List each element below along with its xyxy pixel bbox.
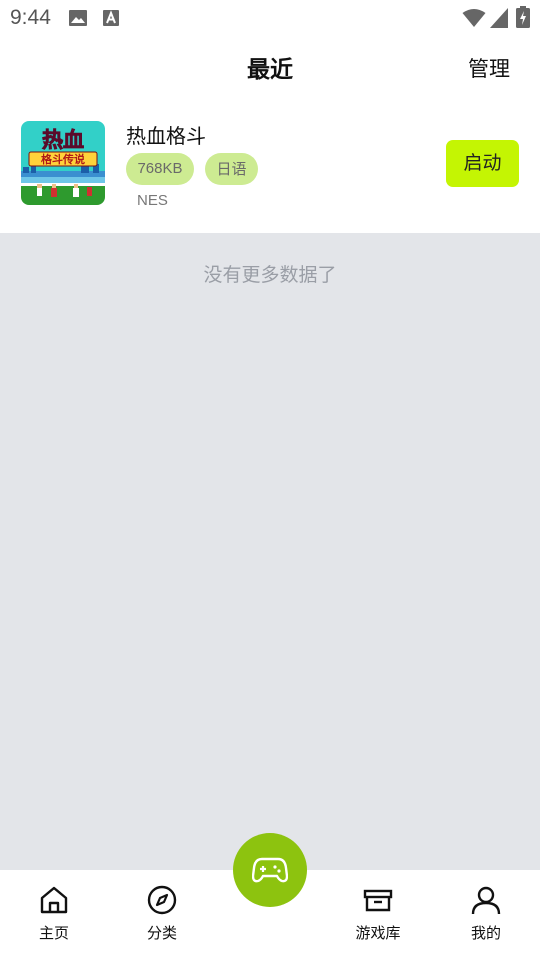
gamepad-fab-button[interactable] [233,833,307,907]
nav-library[interactable]: 游戏库 [338,884,418,950]
content-area: 没有更多数据了 [0,233,540,870]
nav-home-label: 主页 [38,924,69,942]
platform-label: NES [137,192,168,209]
nav-library-label: 游戏库 [355,924,401,942]
home-icon [40,886,68,914]
nav-category[interactable]: 分类 [122,884,202,950]
nav-home[interactable]: 主页 [14,884,94,950]
game-title: 热血格斗 [126,124,206,148]
manage-button[interactable]: 管理 [468,53,510,83]
compass-icon [147,885,177,915]
battery-icon [516,6,530,28]
image-icon [69,10,87,26]
archive-box-icon [363,889,393,912]
list-item[interactable]: 热血 格斗传说 热血格斗 768KB 日语 NES 启动 [0,98,540,233]
signal-icon [490,8,508,28]
no-more-data-text: 没有更多数据了 [203,264,337,286]
gamepad-icon [252,857,288,883]
nav-mine[interactable]: 我的 [446,884,526,950]
page-title: 最近 [247,57,293,83]
status-bar: 9:44 [0,0,540,36]
status-time: 9:44 [10,6,51,29]
user-icon [471,886,501,915]
app-header: 最近 管理 [0,36,540,98]
wifi-icon [462,9,486,27]
launch-button[interactable]: 启动 [446,140,519,187]
game-thumbnail: 热血 格斗传说 [21,121,105,205]
language-tag: 日语 [205,153,258,185]
nav-category-label: 分类 [146,924,177,942]
file-size-tag: 768KB [126,153,194,185]
thumbnail-title-art: 热血 [42,128,84,152]
text-a-icon [103,10,119,26]
nav-mine-label: 我的 [470,924,501,942]
thumbnail-subtitle-art: 格斗传说 [41,152,85,166]
